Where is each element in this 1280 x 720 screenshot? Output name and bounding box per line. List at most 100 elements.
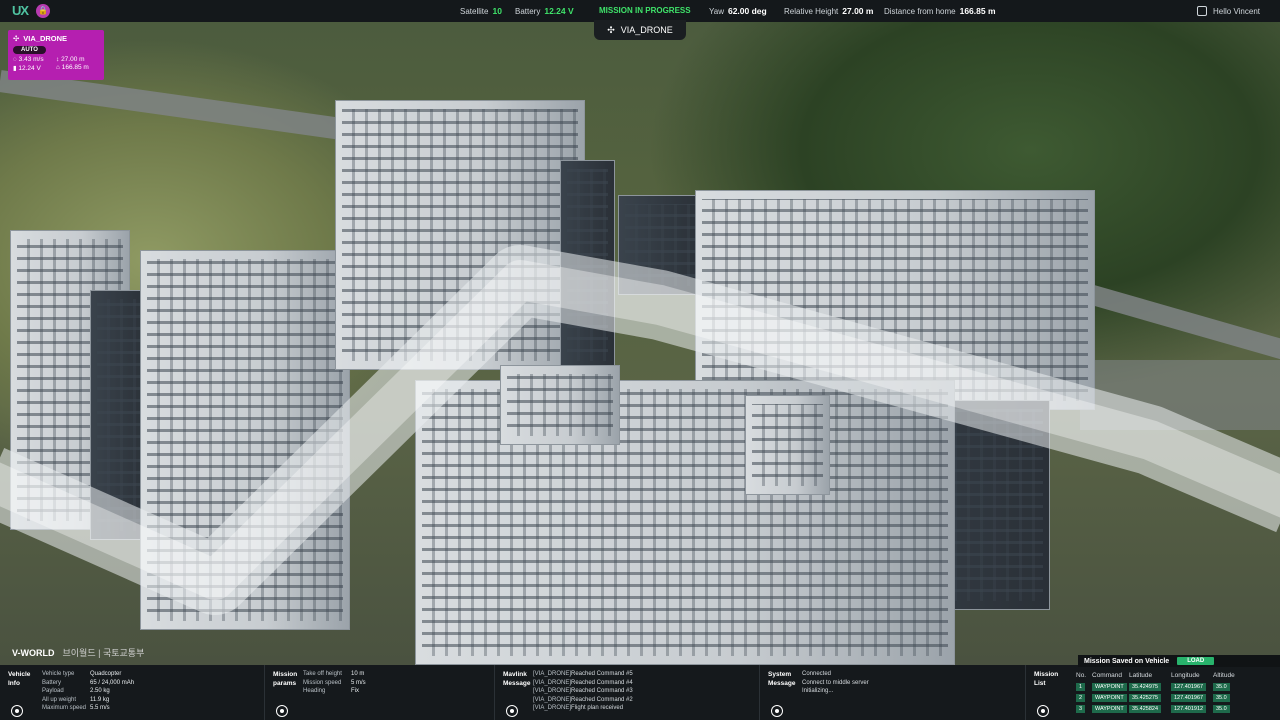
- info-value: 5.5 m/s: [90, 705, 110, 711]
- drone-icon: ✣: [13, 34, 20, 43]
- info-key: Payload: [42, 688, 64, 694]
- mavlink-title: Mavlink Message: [503, 671, 531, 687]
- vehicle-info-panel: Vehicle Info Vehicle type Quadcopter Batt…: [0, 665, 264, 720]
- info-row: All up weight 11.9 kg: [42, 696, 134, 705]
- relative-height-stat: Relative Height 27.00 m: [784, 6, 873, 16]
- table-row[interactable]: 3 WAYPOINT 35.425824 127.401912 35.0: [1076, 703, 1272, 714]
- mavlink-row: [VIA_DRONE] Flight plan received: [533, 704, 633, 713]
- info-value: 65 / 24,000 mAh: [90, 679, 135, 686]
- distance-value: 166.85 m: [959, 6, 996, 16]
- relative-height-label: Relative Height: [784, 7, 839, 16]
- msg-text: Reached Command #2: [571, 696, 633, 703]
- waypoint-longitude: 127.401912: [1171, 704, 1207, 713]
- distance-stat: Distance from home 166.85 m: [884, 6, 996, 16]
- bottom-panel: Vehicle Info Vehicle type Quadcopter Batt…: [0, 665, 1280, 720]
- system-message-row: Initializing...: [802, 688, 834, 694]
- mission-table: No. Command Latitude Longitude Altitude …: [1076, 670, 1272, 714]
- mavlink-rows: [VIA_DRONE] Reached Command #5 [VIA_DRONE…: [533, 670, 633, 713]
- info-value: 2.50 kg: [90, 688, 110, 694]
- table-row[interactable]: 1 WAYPOINT 35.424975 127.401967 35.0: [1076, 681, 1272, 692]
- waypoint-command: WAYPOINT: [1092, 682, 1127, 691]
- user-menu[interactable]: Hello Vincent: [1197, 6, 1260, 16]
- col-no: No.: [1076, 672, 1087, 679]
- app-logo[interactable]: UX: [12, 3, 29, 18]
- msg-text: Flight plan received: [571, 705, 624, 711]
- waypoint-latitude: 35.425275: [1129, 693, 1161, 702]
- battery-label: Battery: [515, 7, 541, 16]
- info-row: Maximum speed 5.5 m/s: [42, 704, 134, 713]
- watermark-brand: V-WORLD: [12, 648, 55, 658]
- drone-icon: ✣: [607, 24, 615, 35]
- system-message-panel: System Message Connected Connect to midd…: [759, 665, 1025, 720]
- yaw-stat: Yaw 62.00 deg: [709, 6, 767, 16]
- drone-card[interactable]: ✣ VIA_DRONE AUTO ◌ 3.43 m/s ↕ 27.00 m ▮ …: [8, 30, 104, 80]
- mission-params-rows: Take off height 10 m Mission speed 5 m/s H…: [303, 670, 366, 696]
- mission-params-panel: Mission params Take off height 10 m Missi…: [264, 665, 494, 720]
- param-row: Mission speed 5 m/s: [303, 679, 366, 688]
- waypoint-latitude: 35.424975: [1129, 682, 1161, 691]
- mission-params-title: Mission params: [273, 671, 298, 687]
- mavlink-toggle[interactable]: [507, 706, 517, 716]
- speed-value: 3.43 m/s: [18, 56, 44, 63]
- drone-card-stats: ◌ 3.43 m/s ↕ 27.00 m ▮ 12.24 V ⌂ 166.85 …: [13, 56, 99, 72]
- msg-source: [VIA_DRONE]: [533, 671, 572, 677]
- msg-source: [VIA_DRONE]: [533, 705, 572, 711]
- satellite-value: 10: [492, 6, 502, 16]
- distance-label: Distance from home: [884, 7, 956, 16]
- msg-source: [VIA_DRONE]: [533, 688, 572, 694]
- col-longitude: Longitude: [1171, 672, 1200, 679]
- drone-tab[interactable]: ✣ VIA_DRONE: [594, 20, 686, 40]
- waypoint-altitude: 35.0: [1213, 704, 1230, 713]
- logout-icon[interactable]: [1197, 6, 1207, 16]
- waypoint-no: 1: [1076, 682, 1085, 691]
- col-command: Command: [1092, 672, 1122, 679]
- msg-text: Reached Command #5: [571, 671, 633, 677]
- param-value: 10 m: [351, 671, 365, 677]
- info-key: Maximum speed: [42, 705, 87, 711]
- param-key: Take off height: [303, 671, 342, 677]
- waypoint-longitude: 127.401967: [1171, 693, 1207, 702]
- msg-source: [VIA_DRONE]: [533, 679, 572, 686]
- height-value: 27.00 m: [61, 56, 85, 63]
- vehicle-info-toggle[interactable]: [12, 706, 22, 716]
- yaw-value: 62.00 deg: [727, 6, 767, 16]
- system-message-toggle[interactable]: [772, 706, 782, 716]
- satellite-stat: Satellite 10: [460, 6, 502, 16]
- watermark-sub: 브이월드 | 국토교통부: [62, 648, 145, 658]
- param-row: Heading Fix: [303, 687, 366, 696]
- battery-value: 12.24 V: [544, 6, 574, 16]
- battery-stat: Battery 12.24 V: [515, 6, 574, 16]
- mission-status: MISSION IN PROGRESS: [599, 6, 691, 15]
- table-row[interactable]: 2 WAYPOINT 35.425275 127.401967 35.0: [1076, 692, 1272, 703]
- waypoint-longitude: 127.401967: [1171, 682, 1207, 691]
- map-watermark: V-WORLD 브이월드 | 국토교통부: [12, 646, 144, 659]
- mission-table-header: No. Command Latitude Longitude Altitude: [1076, 670, 1272, 681]
- lock-icon[interactable]: 🔒: [36, 3, 51, 18]
- system-message-title: System Message: [768, 671, 796, 687]
- info-row: Battery 65 / 24,000 mAh: [42, 679, 134, 688]
- mission-list-toggle[interactable]: [1038, 706, 1048, 716]
- param-key: Mission speed: [303, 679, 342, 686]
- drone-card-header: ✣ VIA_DRONE: [13, 34, 99, 43]
- waypoint-command: WAYPOINT: [1092, 693, 1127, 702]
- brand: UX 🔒: [12, 3, 51, 18]
- yaw-label: Yaw: [709, 7, 724, 16]
- info-row: Payload 2.50 kg: [42, 687, 134, 696]
- param-row: Take off height 10 m: [303, 670, 366, 679]
- system-message-rows: Connected Connect to middle server Initi…: [802, 670, 869, 696]
- waypoint-no: 2: [1076, 693, 1085, 702]
- param-value: 5 m/s: [351, 679, 366, 686]
- user-greeting: Hello Vincent: [1213, 6, 1260, 16]
- info-key: All up weight: [42, 696, 77, 703]
- voltage-stat: ▮ 12.24 V: [13, 65, 41, 72]
- mission-params-toggle[interactable]: [277, 706, 287, 716]
- load-button[interactable]: LOAD: [1177, 657, 1215, 665]
- map-3d-view[interactable]: V-WORLD 브이월드 | 국토교통부: [0, 0, 1280, 665]
- satellite-label: Satellite: [460, 7, 489, 16]
- drone-tab-name: VIA_DRONE: [620, 25, 673, 35]
- msg-source: [VIA_DRONE]: [533, 696, 572, 703]
- mavlink-row: [VIA_DRONE] Reached Command #2: [533, 696, 633, 705]
- info-key: Vehicle type: [42, 671, 75, 677]
- flight-path: [0, 245, 1280, 615]
- top-bar: UX 🔒 Satellite 10 Battery 12.24 V MISSION …: [0, 0, 1280, 22]
